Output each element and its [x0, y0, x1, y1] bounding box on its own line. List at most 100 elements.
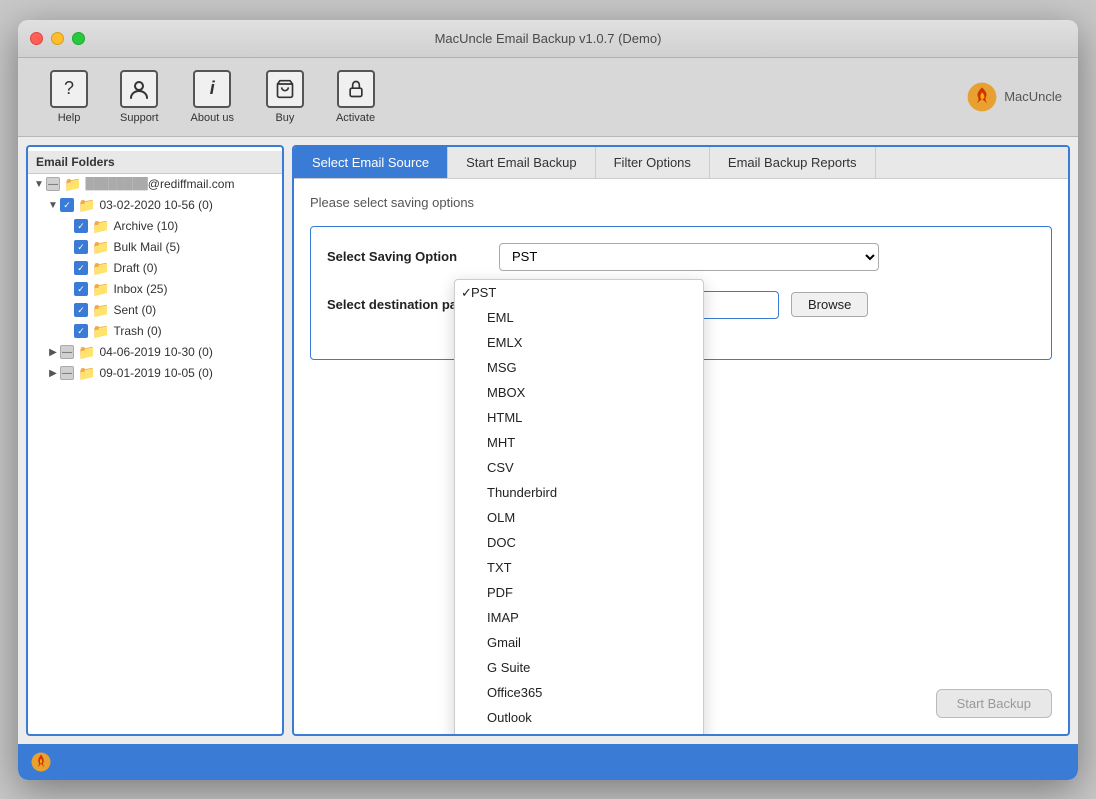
date3-folder-icon: 📁 — [78, 365, 95, 382]
about-icon: i — [193, 70, 231, 108]
bulkmail-checkbox[interactable] — [74, 240, 88, 254]
date1-row[interactable]: ▼ 📁 03-02-2020 10-56 (0) — [28, 195, 282, 216]
saving-option-label: Select Saving Option — [327, 249, 487, 264]
archive-checkbox[interactable] — [74, 219, 88, 233]
dropdown-item-emlx[interactable]: EMLX — [455, 330, 703, 355]
buy-button[interactable]: Buy — [250, 66, 320, 128]
dropdown-item-mbox[interactable]: MBOX — [455, 380, 703, 405]
dropdown-item-thunderbird[interactable]: Thunderbird — [455, 480, 703, 505]
help-button[interactable]: ? Help — [34, 66, 104, 128]
account-row[interactable]: ▼ — 📁 ████████ @rediffmail.com — [28, 174, 282, 195]
dropdown-item-eml[interactable]: EML — [455, 305, 703, 330]
about-label: About us — [191, 112, 234, 124]
inbox-label: Inbox (25) — [113, 282, 167, 296]
date2-toggle[interactable]: ▶ — [46, 347, 60, 358]
sidebar-header: Email Folders — [28, 151, 282, 174]
minimize-button[interactable] — [51, 32, 64, 45]
dropdown-item-html[interactable]: HTML — [455, 405, 703, 430]
inbox-folder-icon: 📁 — [92, 281, 109, 298]
tab-filter[interactable]: Filter Options — [596, 147, 710, 178]
date2-dash: — — [60, 345, 74, 359]
date3-dash: — — [60, 366, 74, 380]
format-dropdown[interactable]: PST EML EMLX MSG MBOX HTML MHT CSV Thund… — [454, 279, 704, 734]
dropdown-item-outlook[interactable]: Outlook — [455, 705, 703, 730]
logo-icon — [966, 81, 998, 113]
draft-label: Draft (0) — [113, 261, 157, 275]
sent-label: Sent (0) — [113, 303, 156, 317]
help-label: Help — [58, 112, 81, 124]
maximize-button[interactable] — [72, 32, 85, 45]
title-bar: MacUncle Email Backup v1.0.7 (Demo) — [18, 20, 1078, 58]
app-window: MacUncle Email Backup v1.0.7 (Demo) ? He… — [18, 20, 1078, 780]
dropdown-item-mht[interactable]: MHT — [455, 430, 703, 455]
archive-row[interactable]: 📁 Archive (10) — [28, 216, 282, 237]
bulkmail-row[interactable]: 📁 Bulk Mail (5) — [28, 237, 282, 258]
bulkmail-label: Bulk Mail (5) — [113, 240, 180, 254]
date3-row[interactable]: ▶ — 📁 09-01-2019 10-05 (0) — [28, 363, 282, 384]
brand-logo: MacUncle — [966, 81, 1062, 113]
bulkmail-folder-icon: 📁 — [92, 239, 109, 256]
inbox-row[interactable]: 📁 Inbox (25) — [28, 279, 282, 300]
tabs: Select Email Source Start Email Backup F… — [294, 147, 1068, 179]
account-email: @rediffmail.com — [148, 177, 235, 191]
info-text: Please select saving options — [310, 195, 1052, 210]
date1-label: 03-02-2020 10-56 (0) — [99, 198, 212, 212]
browse-button[interactable]: Browse — [791, 292, 868, 317]
sent-row[interactable]: 📁 Sent (0) — [28, 300, 282, 321]
close-button[interactable] — [30, 32, 43, 45]
account-toggle[interactable]: ▼ — [32, 179, 46, 190]
date2-folder-icon: 📁 — [78, 344, 95, 361]
date1-toggle[interactable]: ▼ — [46, 200, 60, 211]
dropdown-item-office365[interactable]: Office365 — [455, 680, 703, 705]
about-button[interactable]: i About us — [175, 66, 250, 128]
support-icon — [120, 70, 158, 108]
content-body: Please select saving options Select Savi… — [294, 179, 1068, 734]
dropdown-item-msg[interactable]: MSG — [455, 355, 703, 380]
saving-option-select[interactable]: PST — [499, 243, 879, 271]
dropdown-item-pdf[interactable]: PDF — [455, 580, 703, 605]
window-title: MacUncle Email Backup v1.0.7 (Demo) — [435, 31, 662, 46]
date2-label: 04-06-2019 10-30 (0) — [99, 345, 212, 359]
account-label: ████████ — [85, 178, 147, 190]
date1-checkbox[interactable] — [60, 198, 74, 212]
start-backup-button[interactable]: Start Backup — [936, 689, 1052, 718]
trash-row[interactable]: 📁 Trash (0) — [28, 321, 282, 342]
draft-row[interactable]: 📁 Draft (0) — [28, 258, 282, 279]
sidebar: Email Folders ▼ — 📁 ████████ @rediffmail… — [26, 145, 284, 736]
activate-button[interactable]: Activate — [320, 66, 391, 128]
dropdown-item-gmail[interactable]: Gmail — [455, 630, 703, 655]
date3-toggle[interactable]: ▶ — [46, 368, 60, 379]
sent-folder-icon: 📁 — [92, 302, 109, 319]
tab-reports[interactable]: Email Backup Reports — [710, 147, 876, 178]
buy-label: Buy — [275, 112, 294, 124]
support-label: Support — [120, 112, 159, 124]
date2-row[interactable]: ▶ — 📁 04-06-2019 10-30 (0) — [28, 342, 282, 363]
inbox-checkbox[interactable] — [74, 282, 88, 296]
draft-folder-icon: 📁 — [92, 260, 109, 277]
archive-label: Archive (10) — [113, 219, 178, 233]
dropdown-item-csv[interactable]: CSV — [455, 455, 703, 480]
bottom-bar — [18, 744, 1078, 780]
dropdown-item-pst[interactable]: PST — [455, 280, 703, 305]
traffic-lights — [30, 32, 85, 45]
draft-checkbox[interactable] — [74, 261, 88, 275]
account-folder-icon: 📁 — [64, 176, 81, 193]
dropdown-item-gsuite[interactable]: G Suite — [455, 655, 703, 680]
activate-label: Activate — [336, 112, 375, 124]
dropdown-item-rediffmail[interactable]: Rediffmail — [455, 730, 703, 734]
content-panel: Select Email Source Start Email Backup F… — [292, 145, 1070, 736]
sent-checkbox[interactable] — [74, 303, 88, 317]
dropdown-item-imap[interactable]: IMAP — [455, 605, 703, 630]
archive-folder-icon: 📁 — [92, 218, 109, 235]
tab-source[interactable]: Select Email Source — [294, 147, 448, 178]
buy-icon — [266, 70, 304, 108]
dropdown-item-doc[interactable]: DOC — [455, 530, 703, 555]
trash-checkbox[interactable] — [74, 324, 88, 338]
support-button[interactable]: Support — [104, 66, 175, 128]
dropdown-item-olm[interactable]: OLM — [455, 505, 703, 530]
trash-folder-icon: 📁 — [92, 323, 109, 340]
trash-label: Trash (0) — [113, 324, 161, 338]
tab-backup[interactable]: Start Email Backup — [448, 147, 596, 178]
dropdown-item-txt[interactable]: TXT — [455, 555, 703, 580]
activate-icon — [337, 70, 375, 108]
